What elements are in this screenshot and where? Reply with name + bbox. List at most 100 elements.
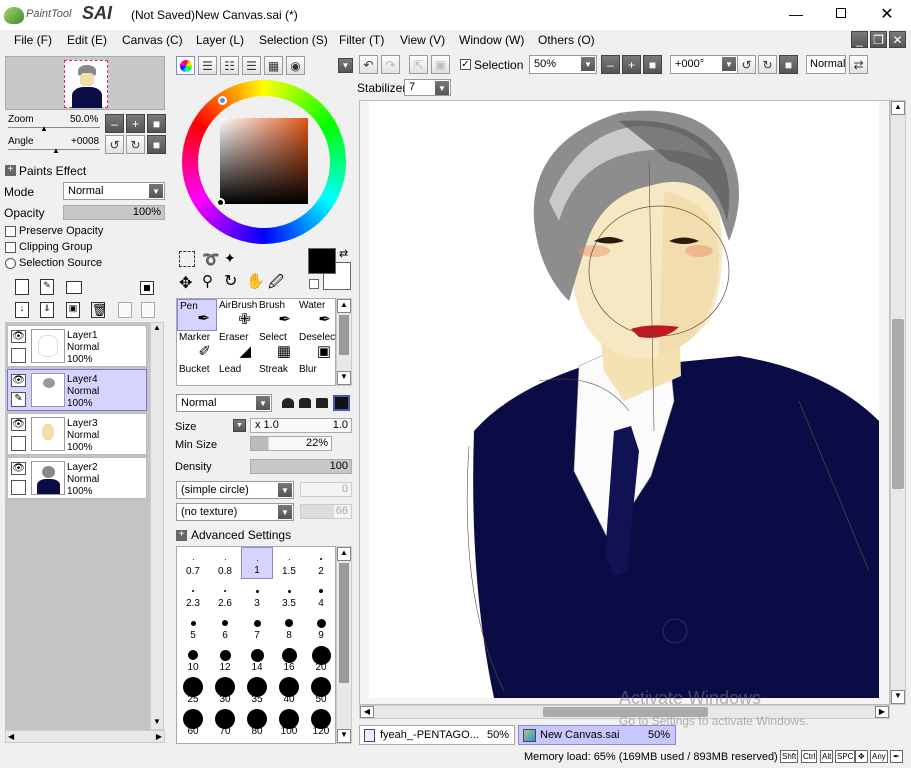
nav-rotate-cw-button[interactable]: ↻: [126, 135, 145, 154]
scratchpad-tab[interactable]: ◉: [286, 56, 305, 75]
brush-size-cell[interactable]: 30: [209, 675, 241, 707]
menu-layer[interactable]: Layer (L): [196, 33, 244, 47]
brush-size-scrollbar[interactable]: ▲ ▼: [336, 546, 352, 744]
brush-size-cell[interactable]: 0.7: [177, 547, 209, 579]
brush-size-cell[interactable]: 50: [305, 675, 335, 707]
toolbar-menu-button[interactable]: ▼: [338, 58, 353, 73]
brush-size-cell[interactable]: 4: [305, 579, 335, 611]
copy-layer-icon[interactable]: ↓: [15, 302, 29, 318]
scroll-up-icon[interactable]: ▲: [337, 547, 351, 561]
density-slider[interactable]: 100: [250, 459, 352, 474]
layer-item[interactable]: 👁 Layer3 Normal 100%: [7, 413, 147, 455]
brush-size-cell[interactable]: 2.6: [209, 579, 241, 611]
eye-icon[interactable]: 👁: [11, 374, 26, 387]
brush-size-cell[interactable]: 5: [177, 611, 209, 643]
menu-view[interactable]: View (V): [400, 33, 445, 47]
canvas-rotate-reset-button[interactable]: ■: [779, 55, 798, 74]
scroll-thumb[interactable]: [339, 315, 349, 355]
canvas-zoom-out-button[interactable]: –: [601, 55, 620, 74]
zoom-icon[interactable]: ⚲: [202, 272, 213, 290]
canvas-angle-select[interactable]: +000° ▼: [670, 55, 738, 74]
brush-shape-select[interactable]: (simple circle) ▼: [176, 481, 294, 499]
canvas-paper[interactable]: [369, 101, 879, 698]
mdi-close-button[interactable]: ✕: [889, 31, 906, 48]
new-folder-icon[interactable]: [66, 281, 82, 294]
selection-source-radio[interactable]: [5, 258, 16, 269]
scroll-down-icon[interactable]: ▼: [337, 371, 351, 385]
layer-lock-toggle[interactable]: [11, 436, 26, 451]
scroll-right-icon[interactable]: ▶: [156, 732, 162, 741]
redo-button[interactable]: ↷: [381, 55, 400, 74]
layer-item[interactable]: 👁 ✎ Layer4 Normal 100%: [7, 369, 147, 411]
doc-tab-1[interactable]: New Canvas.sai 50%: [518, 725, 676, 745]
brush-size-cell[interactable]: 3.5: [273, 579, 305, 611]
nav-zoom-knob[interactable]: ▲: [40, 124, 48, 133]
scroll-left-icon[interactable]: ◀: [360, 706, 374, 718]
brush-size-cell[interactable]: 80: [241, 707, 273, 739]
tool-blur[interactable]: Blur: [297, 363, 337, 385]
advanced-settings-expand-icon[interactable]: +: [176, 530, 187, 541]
brush-size-cell[interactable]: 3: [241, 579, 273, 611]
edge-square-icon[interactable]: [333, 395, 350, 411]
selection-checkbox[interactable]: ✓: [460, 59, 471, 70]
color-mixer-tab[interactable]: ☰: [242, 56, 261, 75]
scroll-down-icon[interactable]: ▼: [337, 729, 351, 743]
stabilizer-select[interactable]: 7 ▼: [404, 79, 451, 96]
tool-brush[interactable]: Brush ✒: [257, 299, 297, 331]
hand-icon[interactable]: ✋: [246, 272, 265, 290]
scroll-up-icon[interactable]: ▲: [337, 299, 351, 313]
invert-selection-button[interactable]: ▣: [431, 55, 450, 74]
layer-list-scrollbar[interactable]: ▲ ▼: [150, 322, 164, 730]
brush-size-cell[interactable]: 2.3: [177, 579, 209, 611]
tool-select[interactable]: Select ▦: [257, 331, 297, 363]
brush-size-cell[interactable]: 60: [177, 707, 209, 739]
delete-layer-icon[interactable]: 🗑: [91, 302, 107, 318]
tool-bucket[interactable]: Bucket: [177, 363, 217, 385]
layer-list-hscroll[interactable]: ◀ ▶: [5, 730, 165, 743]
deselect-button[interactable]: ⇱: [409, 55, 428, 74]
canvas-rotate-ccw-button[interactable]: ↺: [737, 55, 756, 74]
new-linework-layer-icon[interactable]: ✎: [40, 279, 54, 295]
eye-icon[interactable]: 👁: [11, 330, 26, 343]
layer-to-mask-icon[interactable]: [118, 302, 132, 318]
brush-size-cell[interactable]: 2: [305, 547, 335, 579]
flip-canvas-button[interactable]: ⇄: [849, 55, 868, 74]
brush-size-cell[interactable]: 40: [273, 675, 305, 707]
navigator-preview[interactable]: [5, 56, 165, 110]
advanced-settings-label[interactable]: Advanced Settings: [191, 528, 291, 542]
nav-zoom-out-button[interactable]: –: [105, 114, 124, 133]
canvas-vscrollbar[interactable]: ▲ ▼: [890, 100, 906, 705]
tool-eraser[interactable]: Eraser ◢: [217, 331, 257, 363]
scroll-down-icon[interactable]: ▼: [151, 717, 163, 729]
canvas-zoom-select[interactable]: 50% ▼: [529, 55, 597, 74]
brush-size-cell[interactable]: 0.8: [209, 547, 241, 579]
nav-zoom-in-button[interactable]: +: [126, 114, 145, 133]
mdi-restore-button[interactable]: ❐: [870, 31, 887, 48]
undo-button[interactable]: ↶: [359, 55, 378, 74]
size-multiplier-dropdown[interactable]: ▼: [233, 419, 246, 432]
tool-streak[interactable]: Streak: [257, 363, 297, 385]
close-window-button[interactable]: ✕: [879, 4, 895, 23]
menu-edit[interactable]: Edit (E): [67, 33, 107, 47]
menu-canvas[interactable]: Canvas (C): [122, 33, 183, 47]
preserve-opacity-checkbox[interactable]: [5, 226, 16, 237]
brush-size-cell[interactable]: 1.5: [273, 547, 305, 579]
rotate-icon[interactable]: ↻: [224, 271, 237, 291]
apply-mask-icon[interactable]: [141, 302, 155, 318]
layer-item[interactable]: 👁 Layer2 Normal 100%: [7, 457, 147, 499]
canvas-viewport[interactable]: [359, 100, 890, 705]
rgb-slider-tab[interactable]: ☰: [198, 56, 217, 75]
tool-lead[interactable]: Lead: [217, 363, 257, 385]
brush-size-cell[interactable]: 70: [209, 707, 241, 739]
mdi-minimize-button[interactable]: _: [851, 31, 868, 48]
brush-size-cell[interactable]: 12: [209, 643, 241, 675]
edge-soft-icon[interactable]: [316, 398, 328, 408]
canvas-zoom-reset-button[interactable]: ■: [643, 55, 662, 74]
doc-tab-0[interactable]: fyeah_-PENTAGO... 50%: [359, 725, 515, 745]
eye-icon[interactable]: 👁: [11, 418, 26, 431]
tool-marker[interactable]: Marker ✐: [177, 331, 217, 363]
brush-size-cell[interactable]: 14: [241, 643, 273, 675]
menu-file[interactable]: File (F): [14, 33, 52, 47]
min-size-slider[interactable]: 22%: [250, 436, 332, 451]
canvas-rotate-cw-button[interactable]: ↻: [758, 55, 777, 74]
